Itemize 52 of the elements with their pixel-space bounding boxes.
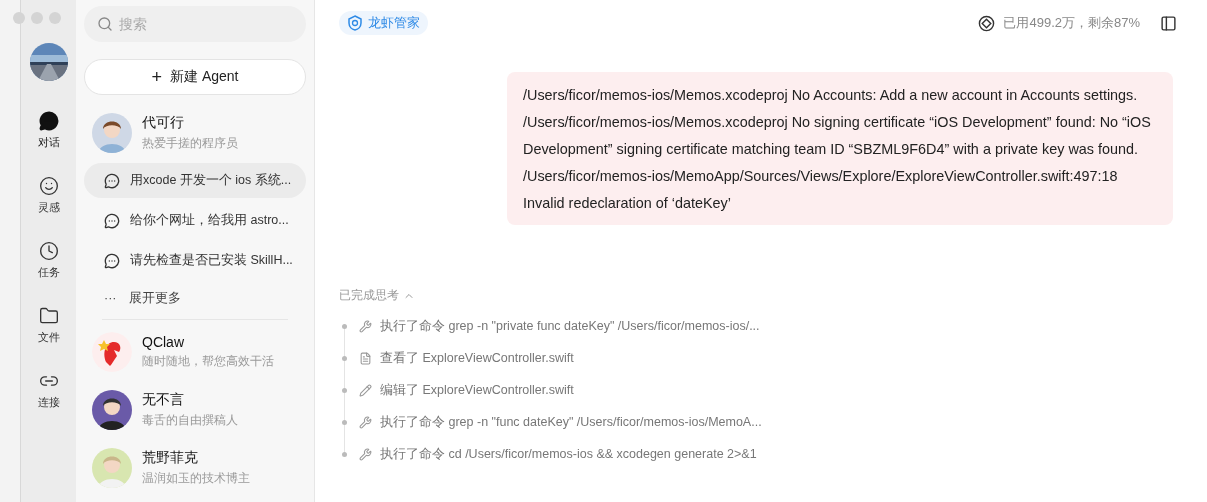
nav-item[interactable]: 灵感 xyxy=(37,176,60,215)
nav-item[interactable]: 文件 xyxy=(37,306,60,345)
message-text: /Users/ficor/memos-ios/Memos.xcodeproj No signing certificate “iOS Development” found: No “iOS Development” signing certificate matching team ID “SBZML9F6D4” with a private key was found. xyxy=(523,113,1152,159)
panel-toggle-icon[interactable] xyxy=(1160,14,1177,32)
step-text: 执行了命令 cd /Users/ficor/memos-ios && xcodegen generate 2>&1 xyxy=(380,445,757,463)
nav-item[interactable]: 连接 xyxy=(37,371,60,410)
show-more-button[interactable]: ··· 展开更多 xyxy=(84,283,306,313)
clock-icon xyxy=(38,241,59,261)
chat-icon xyxy=(104,172,120,189)
chat-item[interactable]: 给你个网址，给我用 astro... xyxy=(84,203,306,238)
step-bullet xyxy=(342,323,347,329)
step-bullet xyxy=(342,451,347,457)
step-text: 查看了 ExploreViewController.swift xyxy=(380,349,574,367)
pencil-icon xyxy=(359,383,372,397)
avatar-figure xyxy=(92,390,132,430)
step-text: 执行了命令 grep -n "private func dateKey" /Users/ficor/memos-ios/... xyxy=(380,317,760,335)
step-bullet xyxy=(342,419,347,425)
step-text: 执行了命令 grep -n "func dateKey" /Users/ficor/memos-ios/MemoA... xyxy=(380,413,762,431)
wrench-icon xyxy=(359,319,372,333)
message-text: /Users/ficor/memos-ios/Memos.xcodeproj No Accounts: Add a new account in Accounts settings. xyxy=(523,86,1139,105)
agent-item[interactable]: 代可行 热爱手搓的程序员 xyxy=(84,103,306,163)
usage-text: 已用499.2万，剩余87% xyxy=(1003,14,1140,32)
chat-item[interactable]: 用xcode 开发一个 ios 系统... xyxy=(84,163,306,198)
nav-item[interactable]: 任务 xyxy=(37,241,60,280)
document-icon xyxy=(359,351,372,365)
folder-icon xyxy=(38,306,59,326)
message-text: Invalid redeclaration of ‘dateKey’ xyxy=(523,194,732,213)
chat-icon xyxy=(104,252,120,269)
wrench-icon xyxy=(359,447,372,461)
window-zoom-button[interactable] xyxy=(49,12,61,24)
window-minimize-button[interactable] xyxy=(31,12,43,24)
chat-item[interactable]: 请先检查是否已安装 SkillH... xyxy=(84,243,306,278)
agent-item[interactable]: 无不言 毒舌的自由撰稿人 xyxy=(84,382,306,438)
avatar-figure xyxy=(92,113,132,153)
step-text: 编辑了 ExploreViewController.swift xyxy=(380,381,574,399)
step-bullet xyxy=(342,355,347,361)
chat-icon xyxy=(38,111,59,131)
search-icon xyxy=(97,16,113,32)
shield-icon xyxy=(347,15,363,31)
agent-item[interactable]: QClaw 随时随地，帮您高效干活 xyxy=(84,324,306,380)
chat-icon xyxy=(104,212,120,229)
claw-icon xyxy=(92,332,132,372)
search-field[interactable]: 搜索 xyxy=(84,6,306,42)
step-bullet xyxy=(342,387,347,393)
agent-item[interactable]: 荒野菲克 温润如玉的技术博主 xyxy=(84,440,306,496)
wrench-icon xyxy=(359,415,372,429)
avatar-figure xyxy=(92,448,132,488)
token-icon xyxy=(978,14,996,32)
nav-item[interactable]: 对话 xyxy=(37,111,60,150)
message-text: /Users/ficor/memos-ios/MemoApp/Sources/Views/Explore/ExploreViewController.swift:497:18 xyxy=(523,167,1119,186)
new-agent-button[interactable]: + 新建 Agent xyxy=(84,59,306,95)
smiley-icon xyxy=(38,176,59,196)
